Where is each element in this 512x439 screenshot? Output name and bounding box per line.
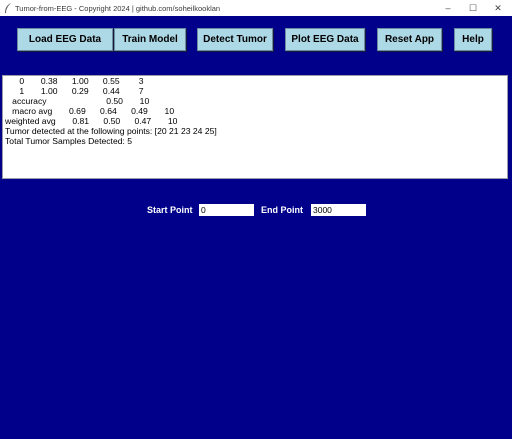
report-line: macro avg 0.69 0.64 0.49 10 [5,106,175,116]
window-titlebar: Tumor-from-EEG - Copyright 2024 | github… [0,0,512,16]
close-button[interactable]: ✕ [484,0,512,16]
plot-eeg-data-button[interactable]: Plot EEG Data [285,28,365,51]
start-point-input[interactable] [199,204,254,216]
feather-app-icon [3,2,13,14]
report-line: Total Tumor Samples Detected: 5 [5,136,133,146]
results-text-area[interactable]: 0 0.38 1.00 0.55 3 1 1.00 0.29 0.44 7 ac… [2,75,508,179]
report-line: weighted avg 0.81 0.50 0.47 10 [5,116,178,126]
app-main: Load EEG Data Train Model Detect Tumor P… [0,16,512,439]
train-model-button[interactable]: Train Model [114,28,186,51]
end-point-input[interactable] [311,204,366,216]
help-button[interactable]: Help [454,28,492,51]
detect-tumor-button[interactable]: Detect Tumor [197,28,273,51]
report-line: 1 1.00 0.29 0.44 7 [5,86,144,96]
report-line: accuracy 0.50 10 [5,96,150,106]
load-eeg-data-button[interactable]: Load EEG Data [17,28,113,51]
start-point-label: Start Point [147,205,193,215]
report-line: 0 0.38 1.00 0.55 3 [5,76,144,86]
minimize-button[interactable]: – [434,0,462,16]
report-line: Tumor detected at the following points: … [5,126,217,136]
window-title: Tumor-from-EEG - Copyright 2024 | github… [15,3,221,13]
end-point-label: End Point [261,205,303,215]
maximize-button[interactable]: ☐ [459,0,487,16]
reset-app-button[interactable]: Reset App [377,28,442,51]
